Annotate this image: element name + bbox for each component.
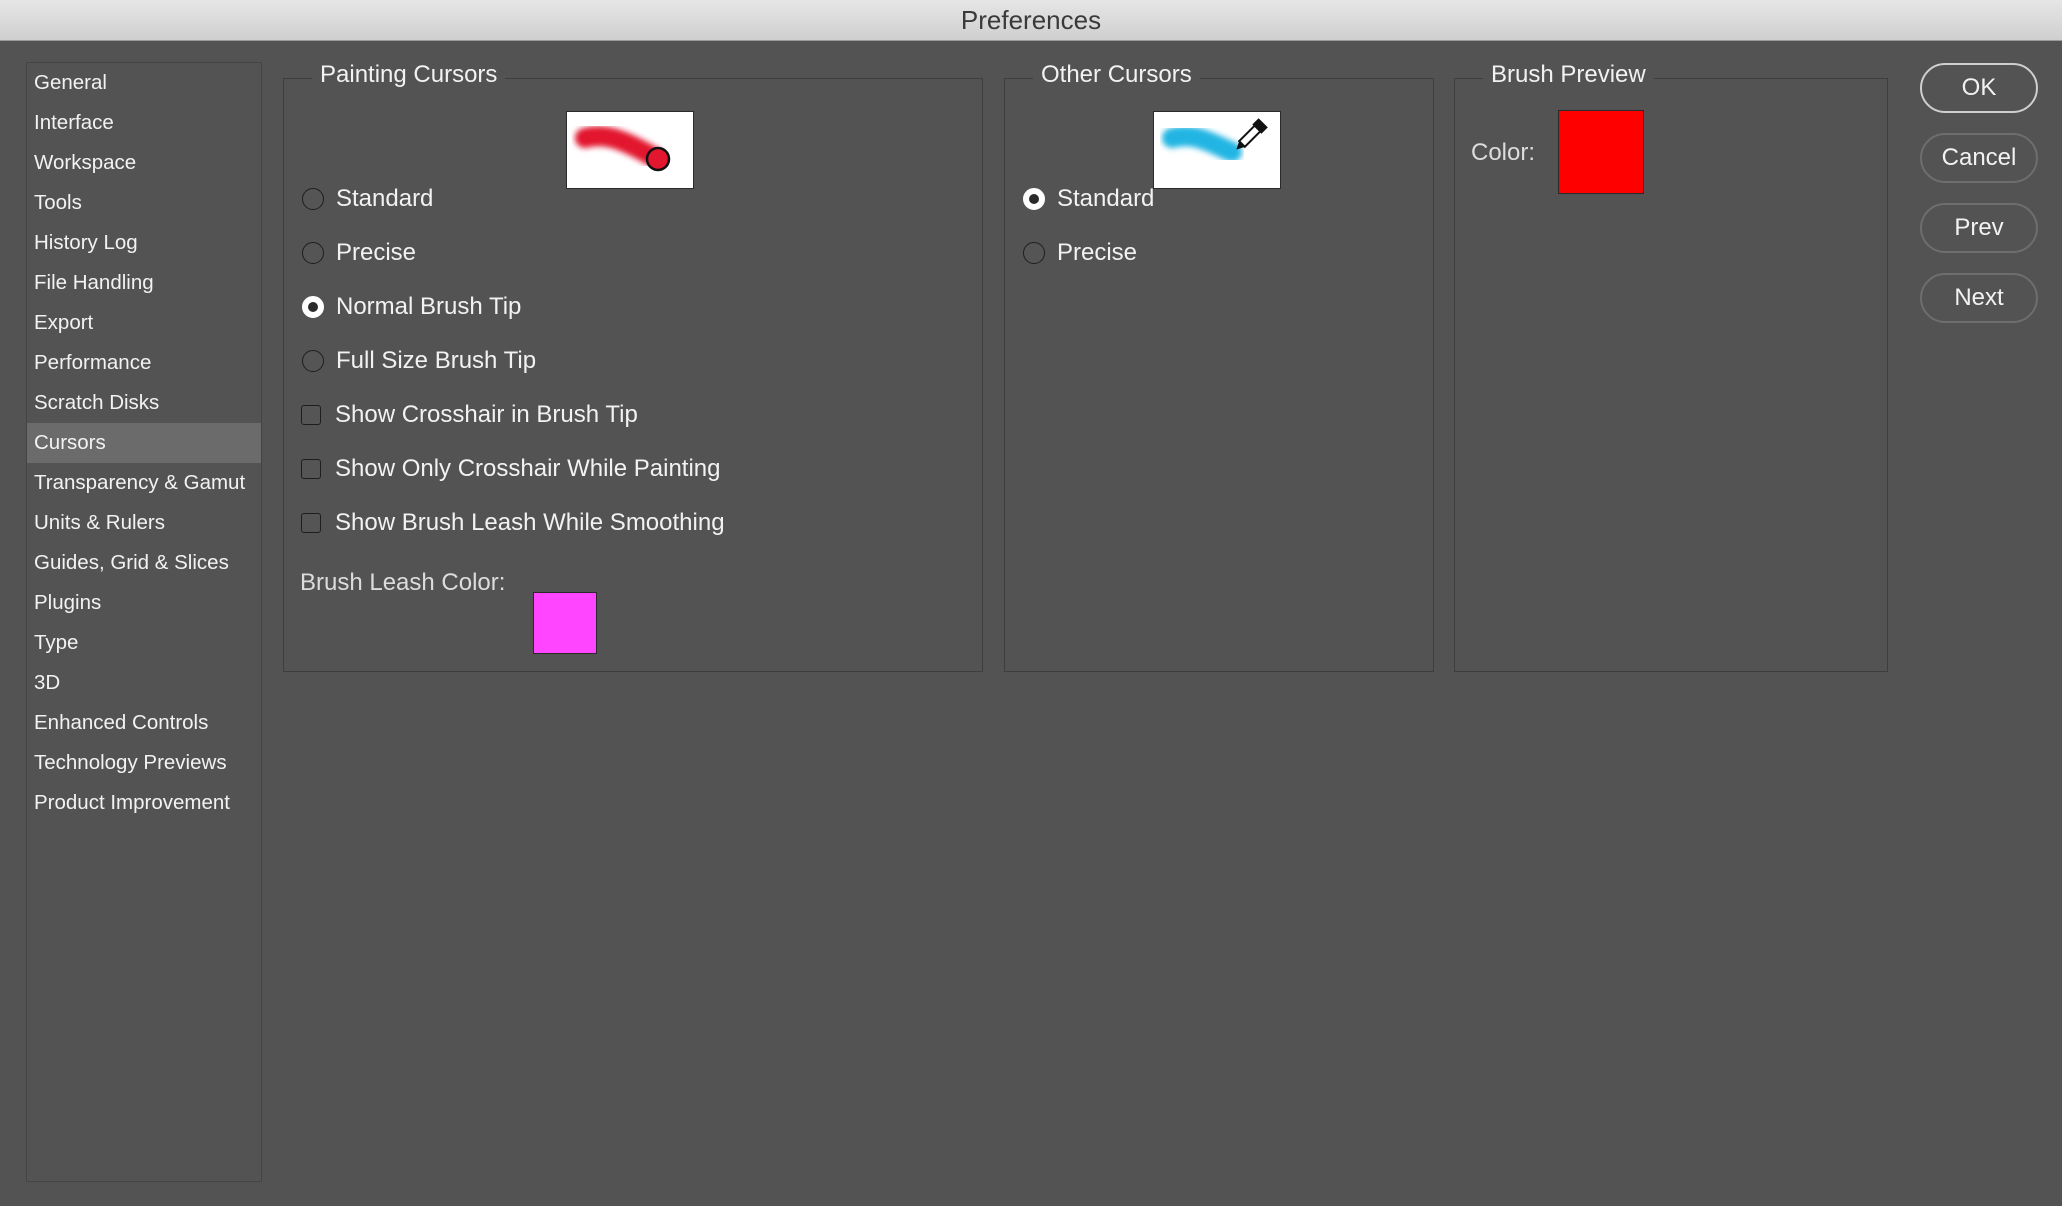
other-precise-option[interactable]: Precise [1023, 239, 1137, 267]
sidebar-item-interface[interactable]: Interface [27, 103, 261, 143]
sidebar-item-transparency-gamut[interactable]: Transparency & Gamut [27, 463, 261, 503]
sidebar-item-general[interactable]: General [27, 63, 261, 103]
painting-full-size-brush-tip-label: Full Size Brush Tip [336, 347, 537, 374]
other-precise-label: Precise [1057, 239, 1138, 266]
sidebar-item-performance[interactable]: Performance [27, 343, 261, 383]
show-brush-leash-label: Show Brush Leash While Smoothing [335, 509, 725, 536]
other-cursors-group: Other Cursors Standard Precise [1004, 61, 1434, 672]
other-standard-option[interactable]: Standard [1023, 185, 1154, 213]
sidebar-item-technology-previews[interactable]: Technology Previews [27, 743, 261, 783]
show-brush-leash-option[interactable]: Show Brush Leash While Smoothing [301, 509, 725, 537]
brush-leash-color-label: Brush Leash Color: [300, 569, 506, 596]
cancel-button[interactable]: Cancel [1920, 133, 2038, 183]
prev-button[interactable]: Prev [1920, 203, 2038, 253]
ok-button[interactable]: OK [1920, 63, 2038, 113]
sidebar-item-guides-grid-slices[interactable]: Guides, Grid & Slices [27, 543, 261, 583]
sidebar-item-file-handling[interactable]: File Handling [27, 263, 261, 303]
other-precise-radio[interactable] [1023, 242, 1045, 264]
brush-preview-color-swatch[interactable] [1558, 110, 1644, 194]
painting-standard-radio[interactable] [302, 188, 324, 210]
brush-stroke-icon [575, 126, 671, 172]
show-only-crosshair-label: Show Only Crosshair While Painting [335, 455, 721, 482]
painting-standard-option[interactable]: Standard [302, 185, 433, 213]
show-crosshair-option[interactable]: Show Crosshair in Brush Tip [301, 401, 638, 429]
show-only-crosshair-checkbox[interactable] [301, 459, 321, 479]
sidebar-item-units-rulers[interactable]: Units & Rulers [27, 503, 261, 543]
painting-standard-label: Standard [336, 185, 434, 212]
sidebar-item-product-improvement[interactable]: Product Improvement [27, 783, 261, 823]
brush-preview-color-label: Color: [1471, 139, 1536, 166]
other-standard-label: Standard [1057, 185, 1155, 212]
sidebar-item-type[interactable]: Type [27, 623, 261, 663]
painting-normal-brush-tip-label: Normal Brush Tip [336, 293, 522, 320]
eyedropper-icon [1162, 118, 1268, 162]
show-crosshair-checkbox[interactable] [301, 405, 321, 425]
painting-cursors-title: Painting Cursors [312, 61, 506, 89]
sidebar-item-plugins[interactable]: Plugins [27, 583, 261, 623]
painting-full-size-brush-tip-option[interactable]: Full Size Brush Tip [302, 347, 536, 375]
next-button[interactable]: Next [1920, 273, 2038, 323]
show-only-crosshair-option[interactable]: Show Only Crosshair While Painting [301, 455, 721, 483]
sidebar-item-export[interactable]: Export [27, 303, 261, 343]
sidebar-item-enhanced-controls[interactable]: Enhanced Controls [27, 703, 261, 743]
painting-normal-brush-tip-radio[interactable] [302, 296, 324, 318]
sidebar-item-tools[interactable]: Tools [27, 183, 261, 223]
sidebar-item-scratch-disks[interactable]: Scratch Disks [27, 383, 261, 423]
sidebar-item-workspace[interactable]: Workspace [27, 143, 261, 183]
sidebar-item-3d[interactable]: 3D [27, 663, 261, 703]
preferences-sidebar: General Interface Workspace Tools Histor… [26, 62, 262, 1182]
brush-leash-color-swatch[interactable] [533, 592, 597, 654]
painting-normal-brush-tip-option[interactable]: Normal Brush Tip [302, 293, 521, 321]
painting-cursors-group: Painting Cursors Standard Precise Normal… [283, 61, 983, 672]
painting-full-size-brush-tip-radio[interactable] [302, 350, 324, 372]
other-cursors-title: Other Cursors [1033, 61, 1200, 89]
other-cursor-preview [1153, 111, 1281, 189]
painting-precise-option[interactable]: Precise [302, 239, 416, 267]
show-crosshair-label: Show Crosshair in Brush Tip [335, 401, 638, 428]
sidebar-item-history-log[interactable]: History Log [27, 223, 261, 263]
show-brush-leash-checkbox[interactable] [301, 513, 321, 533]
window-title: Preferences [0, 0, 2062, 41]
sidebar-item-cursors[interactable]: Cursors [27, 423, 261, 463]
brush-preview-title: Brush Preview [1483, 61, 1654, 89]
other-standard-radio[interactable] [1023, 188, 1045, 210]
painting-precise-label: Precise [336, 239, 417, 266]
painting-cursor-preview [566, 111, 694, 189]
brush-preview-group: Brush Preview Color: [1454, 61, 1888, 672]
painting-precise-radio[interactable] [302, 242, 324, 264]
